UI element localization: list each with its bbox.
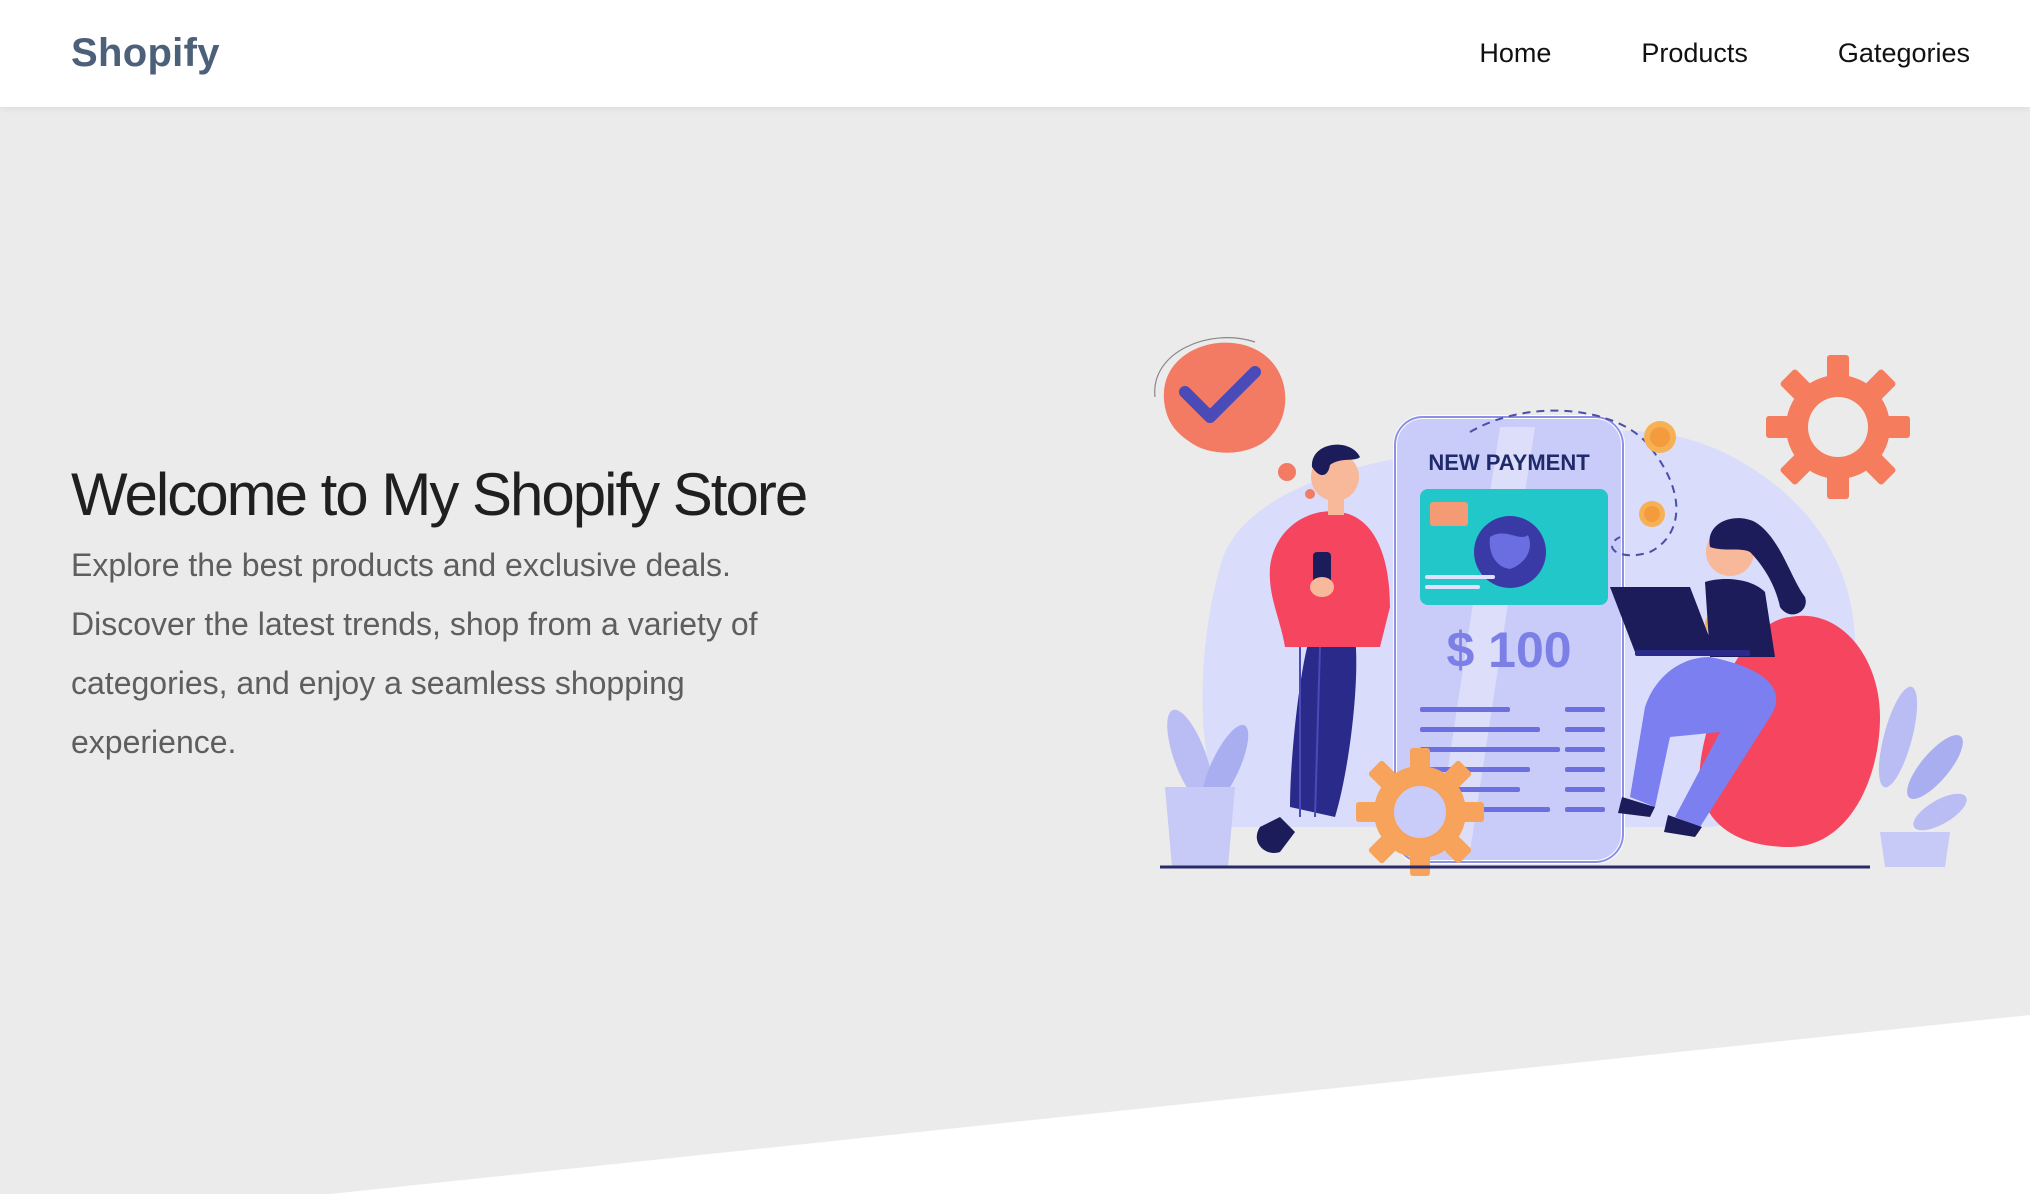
payment-illustration: NEW PAYMENT $ 100 (1154, 337, 1967, 876)
nav-link-categories[interactable]: Gategories (1838, 38, 1970, 69)
hero-text-block: Welcome to My Shopify Store Explore the … (71, 462, 851, 772)
nav-link-home[interactable]: Home (1479, 38, 1551, 69)
hero-section: Welcome to My Shopify Store Explore the … (0, 107, 2030, 1194)
hero-description: Explore the best products and exclusive … (71, 547, 758, 760)
hero-title: Welcome to My Shopify Store (71, 461, 808, 528)
check-bubble (1154, 337, 1315, 499)
phone-heading: NEW PAYMENT (1428, 450, 1590, 475)
nav-links: Home Products Gategories (1389, 38, 1970, 69)
nav-link-products[interactable]: Products (1641, 38, 1748, 69)
gear-top-right-icon (1766, 355, 1910, 499)
navbar: Shopify Home Products Gategories (0, 0, 2030, 107)
brand-logo-link[interactable]: Shopify (71, 31, 220, 76)
phone-amount: $ 100 (1446, 622, 1571, 678)
gear-bottom-icon (1356, 748, 1484, 876)
plant-right (1878, 686, 1967, 867)
